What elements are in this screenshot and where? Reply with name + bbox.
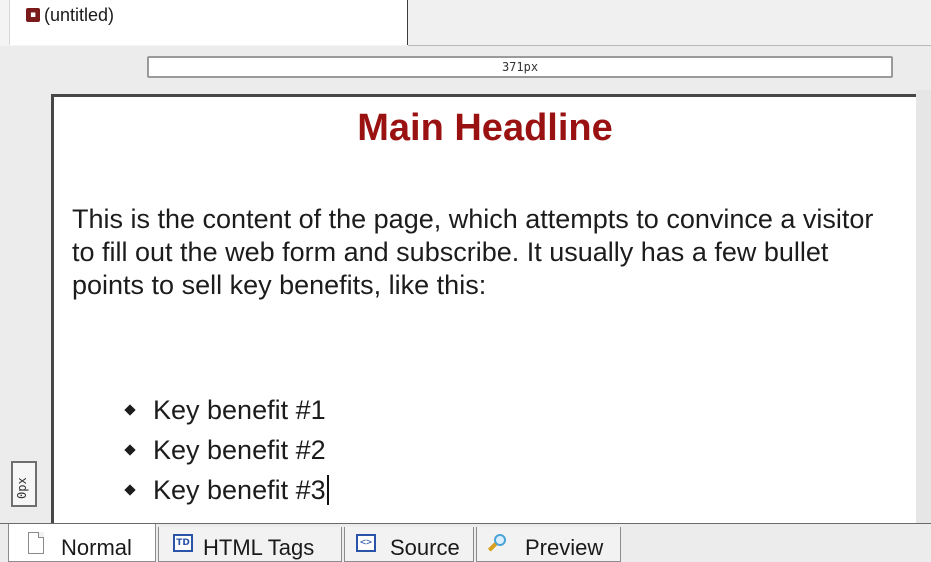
- td-icon: TD: [173, 534, 193, 552]
- height-ruler[interactable]: 0px: [11, 461, 37, 507]
- bullet-icon: [124, 404, 136, 416]
- list-item-text: Key benefit #3: [153, 475, 326, 505]
- page-icon: [28, 532, 44, 554]
- list-item[interactable]: Key benefit #1: [124, 390, 329, 430]
- list-item[interactable]: Key benefit #3: [124, 470, 329, 510]
- tab-preview-label: Preview: [525, 535, 604, 560]
- design-canvas[interactable]: Main Headline This is the content of the…: [51, 94, 916, 525]
- content-paragraph[interactable]: This is the content of the page, which a…: [72, 203, 892, 302]
- tab-html-tags[interactable]: TD HTML Tags: [158, 527, 342, 562]
- list-item-text: Key benefit #1: [153, 395, 326, 425]
- bullet-icon: [124, 444, 136, 456]
- list-item[interactable]: Key benefit #2: [124, 430, 329, 470]
- tab-strip-empty-area: [408, 0, 931, 46]
- view-mode-tabs: Normal TD HTML Tags <> Source Preview: [0, 523, 931, 562]
- height-ruler-label: 0px: [15, 477, 29, 499]
- tab-source-label: Source: [390, 535, 460, 560]
- main-headline[interactable]: Main Headline: [54, 107, 916, 150]
- tab-html-tags-label: HTML Tags: [203, 535, 315, 560]
- text-cursor: [326, 475, 329, 505]
- canvas-right-edge: [916, 90, 931, 523]
- tab-normal[interactable]: Normal: [8, 524, 156, 562]
- list-item-text: Key benefit #2: [153, 435, 326, 465]
- document-tab-strip: ▪ (untitled): [0, 0, 931, 46]
- width-ruler[interactable]: 371px: [147, 56, 893, 78]
- tab-preview[interactable]: Preview: [476, 527, 621, 562]
- bullet-icon: [124, 484, 136, 496]
- ruler-row: 371px: [0, 46, 931, 90]
- document-tab-title: (untitled): [44, 5, 115, 25]
- tab-source[interactable]: <> Source: [344, 527, 474, 562]
- source-icon: <>: [356, 534, 376, 552]
- document-tab[interactable]: ▪ (untitled): [9, 0, 408, 45]
- benefit-list[interactable]: Key benefit #1 Key benefit #2 Key benefi…: [124, 390, 329, 510]
- magnifier-icon: [487, 534, 508, 554]
- document-icon: ▪: [26, 8, 40, 22]
- tab-normal-label: Normal: [61, 535, 132, 560]
